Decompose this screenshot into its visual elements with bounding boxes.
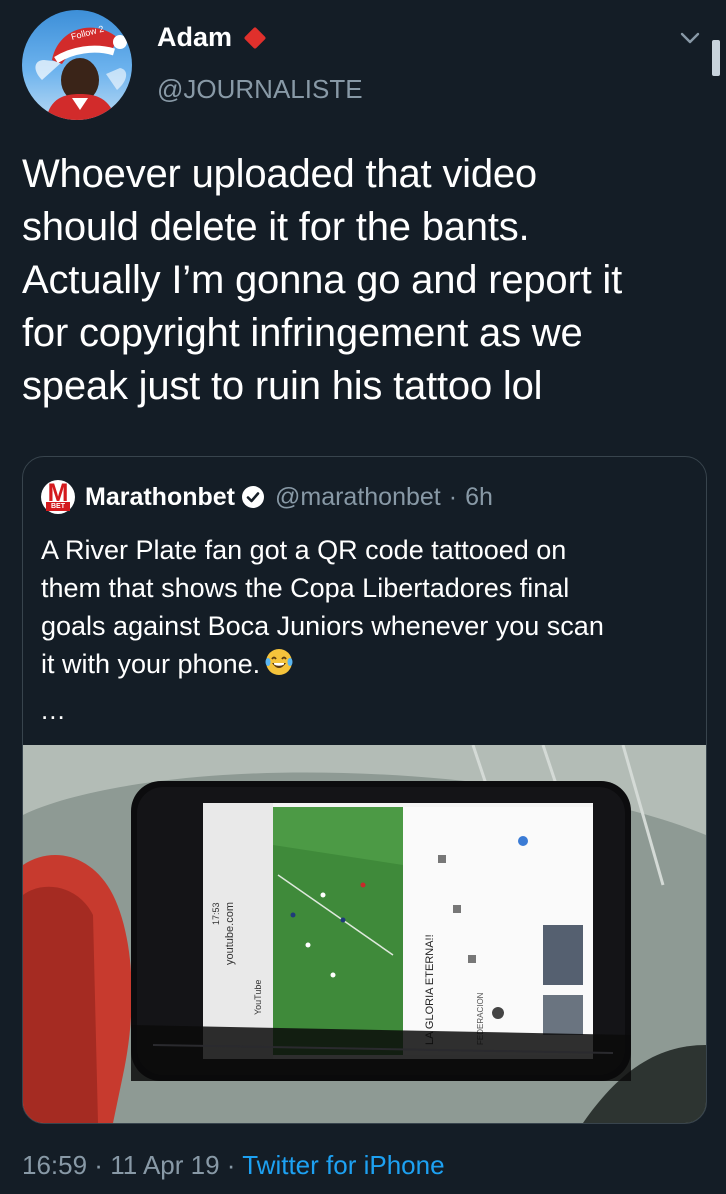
author-name[interactable]: Adam [157,22,232,53]
meta-separator: · [448,482,458,511]
tweet-header: Follow 2 Adam @JOURNALISTE [0,0,726,130]
media-clock: 17:53 [211,902,221,925]
chevron-down-icon[interactable] [678,26,702,50]
media-image: youtube.com 17:53 YouTube LA GLORIA ETER… [23,745,706,1123]
verified-badge-icon [242,486,264,508]
media-url-text: youtube.com [224,902,236,965]
diamond-emoji-icon [243,26,267,49]
tweet-text: Whoever uploaded that video should delet… [22,152,623,408]
media-app-label: YouTube [253,980,263,1015]
quoted-more: ... [41,695,66,725]
quoted-tweet-header: M BET Marathonbet @marathonbet · 6h [41,479,493,515]
quoted-text-block: A River Plate fan got a QR code tattooed… [41,531,691,683]
quoted-author-name: Marathonbet [85,482,235,511]
marathonbet-logo: M BET [41,479,75,514]
logo-sub: BET [46,502,70,511]
footer-sep-2: · [219,1150,243,1180]
avatar[interactable]: Follow 2 [22,10,132,120]
media-video-title: LA GLORIA ETERNA!! [424,934,436,1045]
footer-time: 16:59 [22,1150,88,1180]
avatar-image: Follow 2 [35,24,127,120]
quoted-media[interactable]: youtube.com 17:53 YouTube LA GLORIA ETER… [23,745,706,1123]
author-handle[interactable]: @JOURNALISTE [157,74,363,105]
edge-indicator [712,40,720,76]
quoted-tweet[interactable]: M BET Marathonbet @marathonbet · 6h A Ri… [22,456,707,1124]
laughing-tears-emoji-icon [265,649,293,675]
quoted-time: 6h [465,482,493,511]
tweet-footer: 16:59 · 11 Apr 19 · Twitter for iPhone [22,1150,445,1181]
quoted-author-handle: @marathonbet [275,482,441,511]
quoted-text: A River Plate fan got a QR code tattooed… [41,535,604,679]
footer-sep-1: · [87,1150,111,1180]
source-link[interactable]: Twitter for iPhone [242,1150,444,1180]
name-row: Adam [157,22,267,53]
footer-date: 11 Apr 19 [110,1150,220,1180]
